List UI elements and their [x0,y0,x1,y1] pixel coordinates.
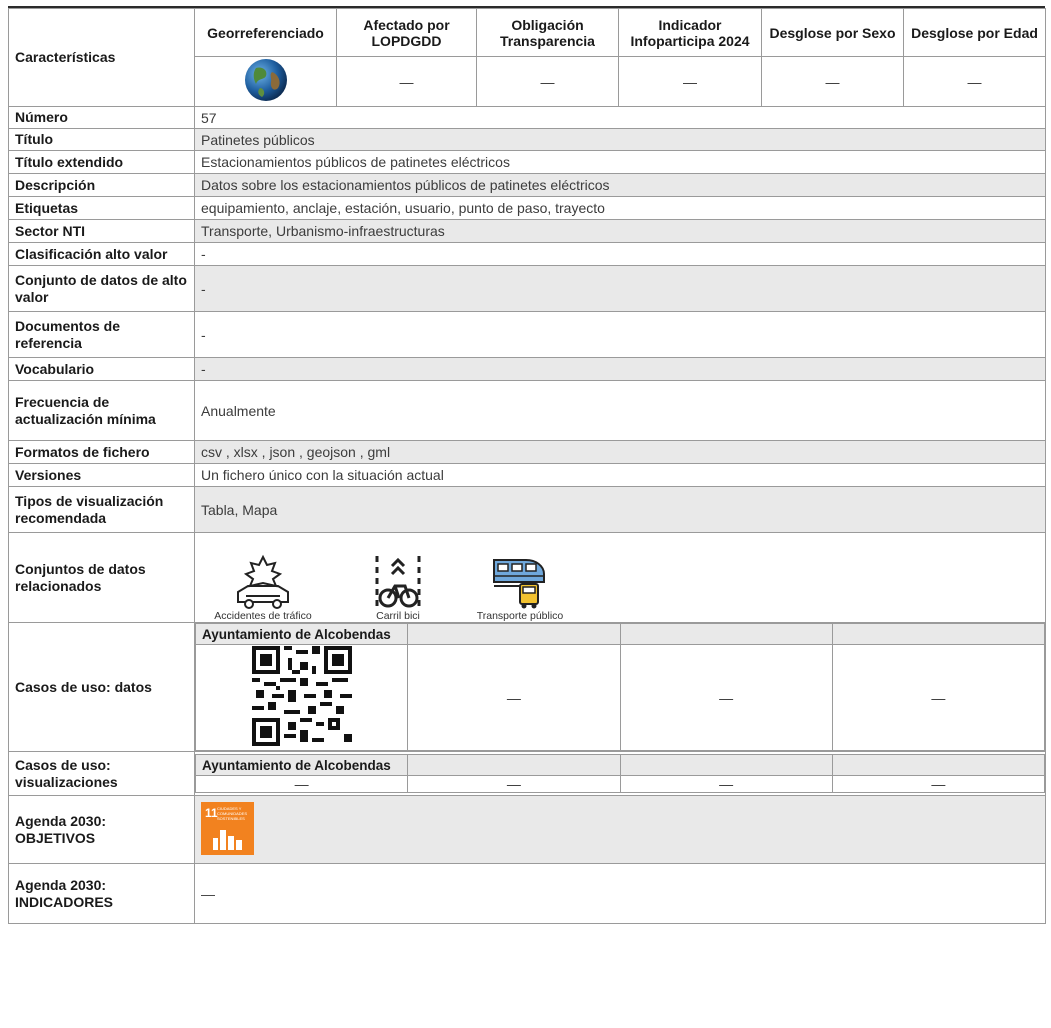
col-header-transparency: Obligación Transparencia [476,8,619,57]
row-label: Título [8,128,195,151]
use-cases-data-grid: Ayuntamiento de Alcobendas — — — [194,623,1046,751]
col-header-georef: Georreferenciado [194,8,337,57]
sex-value: — [761,56,904,107]
use-cases-viz-grid: Ayuntamiento de Alcobendas — — — — [194,754,1046,793]
use-case-viz-provider-empty [831,754,1046,776]
col-header-sex: Desglose por Sexo [761,8,904,57]
related-datasets: Accidentes de tráfico Carril bici Transp… [195,534,1045,622]
row-value: equipamiento, anclaje, estación, usuario… [194,196,1046,220]
row-label: Documentos de referencia [8,311,195,358]
bike-lane-icon [375,555,421,608]
dataset-sheet: Características Georreferenciado Afectad… [8,8,1046,924]
use-cases-data-label: Casos de uso: datos [8,622,195,752]
col-header-age: Desglose por Edad [903,8,1046,57]
related-label: Conjuntos de datos relacionados [8,532,195,623]
col-header-lopdgdd: Afectado por LOPDGDD [336,8,477,57]
row-label: Etiquetas [8,196,195,220]
use-case-data-value: — [619,644,833,751]
row-label: Frecuencia de actualización mínima [8,380,195,441]
row-value: - [194,311,1046,358]
row-value: Anualmente [194,380,1046,441]
use-case-data-value: — [831,644,1046,751]
row-label: Versiones [8,463,195,487]
row-value: - [194,242,1046,266]
transparency-value: — [476,56,619,107]
related-item[interactable]: Transporte público [465,554,575,622]
use-case-provider: Ayuntamiento de Alcobendas [194,623,409,645]
use-case-viz-value: — [619,775,833,793]
qr-code-icon [251,646,352,746]
row-value: Transporte, Urbanismo-infraestructuras [194,219,1046,243]
agenda-indicators-value: — [194,863,1046,924]
row-label: Título extendido [8,150,195,174]
row-label: Clasificación alto valor [8,242,195,266]
agenda-indicators-label: Agenda 2030: INDICADORES [8,863,195,924]
use-case-viz-value: — [407,775,621,793]
characteristics-label: Características [8,8,195,107]
characteristics-table: Características Georreferenciado Afectad… [8,8,1046,924]
infoparticipa-value: — [618,56,762,107]
use-case-provider-empty [619,623,833,645]
sdg-number: 11 [205,806,218,820]
row-label: Formatos de fichero [8,440,195,464]
row-value: csv , xlsx , json , geojson , gml [194,440,1046,464]
row-value: - [194,265,1046,312]
use-case-viz-value: — [194,775,409,793]
use-case-viz-provider: Ayuntamiento de Alcobendas [194,754,409,776]
related-item-label: Carril bici [376,609,420,622]
car-accident-icon [237,554,289,609]
sdg-11-icon[interactable]: 11 CIUDADES Y COMUNIDADES SOSTENIBLES [201,802,254,855]
row-value: Estacionamientos públicos de patinetes e… [194,150,1046,174]
agenda-objectives-cell: 11 CIUDADES Y COMUNIDADES SOSTENIBLES [194,795,1046,864]
row-value: - [194,357,1046,381]
public-transport-icon [493,558,545,608]
use-case-viz-provider-empty [619,754,833,776]
use-case-viz-provider-empty [407,754,621,776]
related-item[interactable]: Carril bici [363,554,433,622]
row-value: Tabla, Mapa [194,486,1046,533]
georef-cell [194,56,337,107]
related-item-label: Transporte público [476,609,564,622]
related-cell: Accidentes de tráfico Carril bici Transp… [194,532,1046,623]
use-cases-data-cell: Ayuntamiento de Alcobendas — — — [194,622,1046,752]
use-cases-viz-cell: Ayuntamiento de Alcobendas — — — — [194,751,1046,796]
use-case-provider-empty [831,623,1046,645]
globe-icon [244,59,287,101]
agenda-objectives-label: Agenda 2030: OBJETIVOS [8,795,195,864]
use-case-provider-empty [407,623,621,645]
related-item-label: Accidentes de tráfico [214,609,312,622]
related-item[interactable]: Accidentes de tráfico [203,554,323,622]
col-header-infoparticipa: Indicador Infoparticipa 2024 [618,8,762,57]
row-label: Tipos de visualización recomendada [8,486,195,533]
use-case-data-value: — [407,644,621,751]
row-value: 57 [194,106,1046,129]
row-label: Número [8,106,195,129]
use-cases-viz-label: Casos de uso: visualizaciones [8,751,195,796]
lopdgdd-value: — [336,56,477,107]
use-case-viz-value: — [831,775,1046,793]
row-value: Un fichero único con la situación actual [194,463,1046,487]
row-label: Descripción [8,173,195,197]
qr-cell[interactable] [194,644,409,751]
city-buildings-icon [213,830,242,850]
row-value: Patinetes públicos [194,128,1046,151]
row-label: Conjunto de datos de alto valor [8,265,195,312]
sdg-text: CIUDADES Y COMUNIDADES SOSTENIBLES [217,806,248,821]
age-value: — [903,56,1046,107]
row-value: Datos sobre los estacionamientos público… [194,173,1046,197]
row-label: Sector NTI [8,219,195,243]
row-label: Vocabulario [8,357,195,381]
